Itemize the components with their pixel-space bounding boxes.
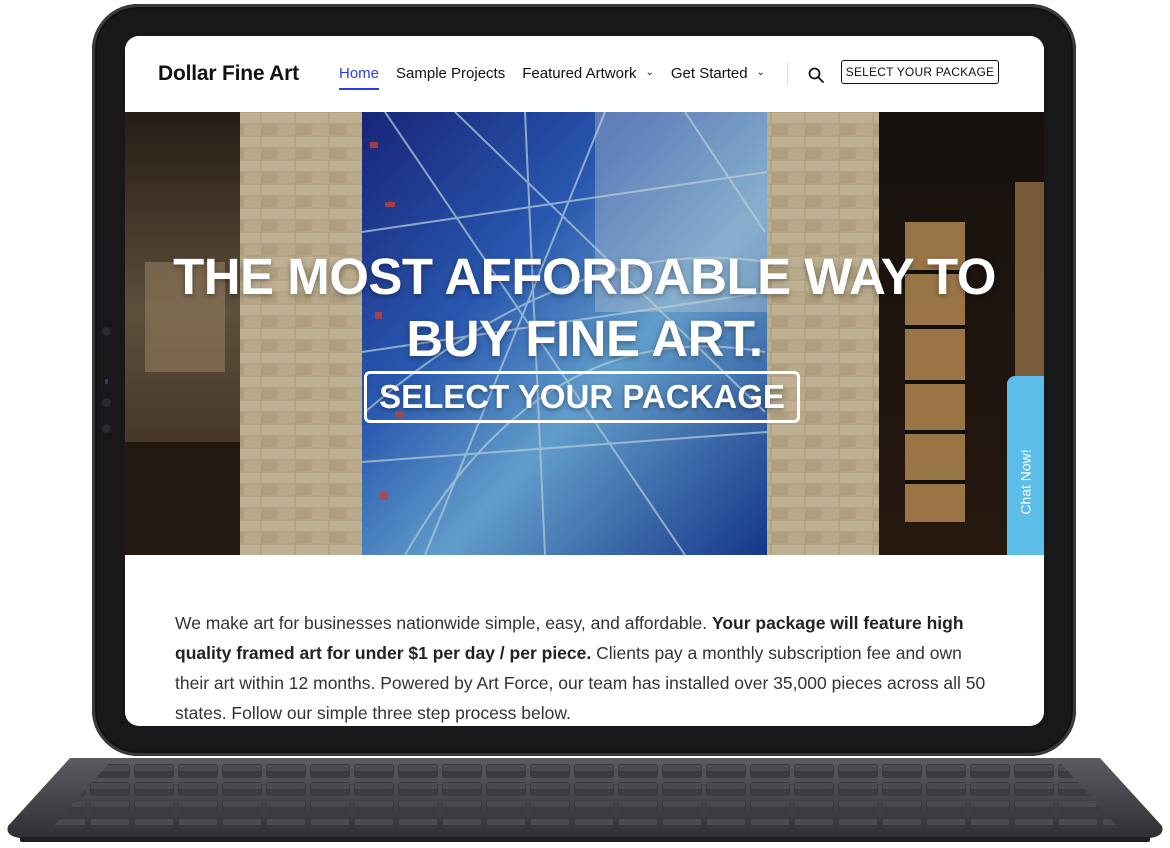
nav-item-label: Get Started <box>670 65 748 82</box>
camera-dot <box>102 424 111 433</box>
intro-text: We make art for businesses nationwide si… <box>175 613 712 633</box>
tablet-screen: Dollar Fine Art Home Sample Projects Fea… <box>125 36 1044 726</box>
camera-dot <box>102 398 111 407</box>
nav-item-get-started[interactable]: Get Started ⌄ <box>671 65 765 82</box>
keyboard <box>7 758 1163 842</box>
main-nav: Home Sample Projects Featured Artwork ⌄ … <box>339 65 782 90</box>
intro-paragraph: We make art for businesses nationwide si… <box>175 608 995 726</box>
camera-indicator <box>105 379 108 384</box>
search-icon[interactable] <box>808 67 824 83</box>
hero-title-line: THE MOST AFFORDABLE WAY TO <box>173 248 996 305</box>
select-package-header-button[interactable]: SELECT YOUR PACKAGE <box>841 60 999 84</box>
site-header: Dollar Fine Art Home Sample Projects Fea… <box>125 36 1044 116</box>
hero-title-line: BUY FINE ART. <box>406 310 763 367</box>
nav-divider <box>787 62 788 86</box>
chevron-down-icon: ⌄ <box>756 67 765 78</box>
hero-section: THE MOST AFFORDABLE WAY TO BUY FINE ART.… <box>125 112 1044 555</box>
hero-title: THE MOST AFFORDABLE WAY TO BUY FINE ART. <box>125 246 1044 370</box>
chat-now-tab[interactable]: Chat Now! <box>1007 376 1044 555</box>
nav-item-label: Sample Projects <box>396 65 506 82</box>
site-logo[interactable]: Dollar Fine Art <box>158 62 299 86</box>
chevron-down-icon: ⌄ <box>645 67 654 78</box>
nav-item-featured-artwork[interactable]: Featured Artwork ⌄ <box>522 65 654 82</box>
chat-now-label: Chat Now! <box>1017 449 1034 515</box>
stage: Dollar Fine Art Home Sample Projects Fea… <box>0 0 1170 848</box>
tablet-device: Dollar Fine Art Home Sample Projects Fea… <box>92 4 1076 756</box>
nav-item-home[interactable]: Home <box>339 65 380 90</box>
camera-dot <box>102 327 111 336</box>
select-package-hero-button[interactable]: SELECT YOUR PACKAGE <box>364 371 800 423</box>
nav-item-sample-projects[interactable]: Sample Projects <box>396 65 505 82</box>
nav-item-label: Home <box>339 65 380 82</box>
nav-item-label: Featured Artwork <box>522 65 637 82</box>
